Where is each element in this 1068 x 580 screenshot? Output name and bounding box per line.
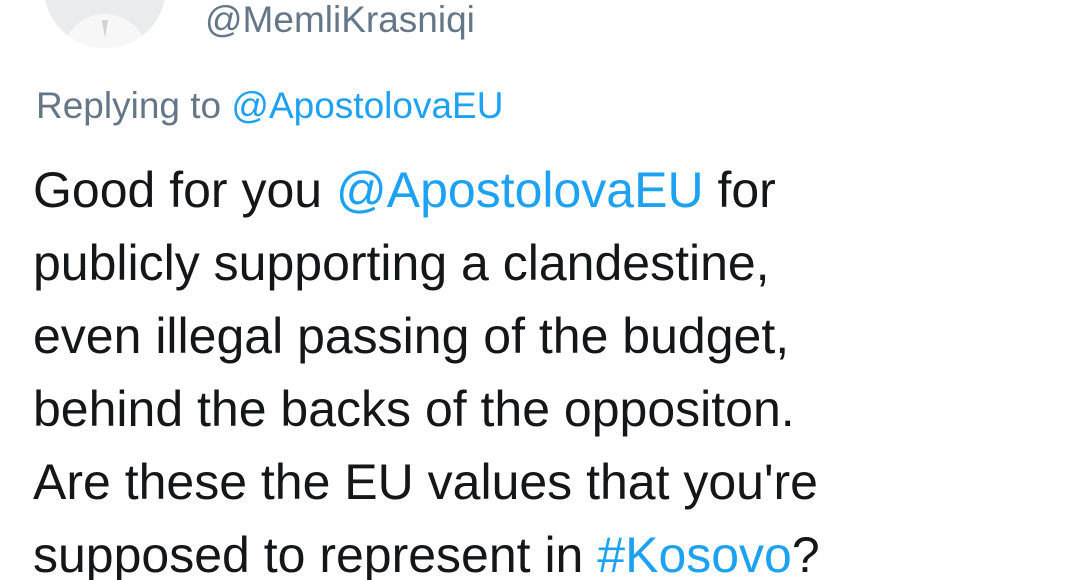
mention-link[interactable]: @ApostolovaEU: [336, 162, 704, 218]
tweet-text-segment: ?: [791, 527, 820, 580]
tweet-line-1: Good for you @ApostolovaEU for: [33, 154, 1053, 227]
tweet-line-4: behind the backs of the oppositon.: [33, 381, 795, 437]
reply-target-link[interactable]: @ApostolovaEU: [231, 85, 503, 126]
avatar[interactable]: [44, 0, 166, 48]
tweet-text-segment: for: [717, 162, 776, 218]
avatar-image: [44, 0, 166, 48]
replying-to-label: Replying to: [36, 85, 222, 126]
tweet-line-2: publicly supporting a clandestine,: [33, 235, 770, 291]
tweet-text-segment: Good for you: [33, 162, 323, 218]
tweet-line-3: even illegal passing of the budget,: [33, 308, 790, 364]
tweet-text: Good for you @ApostolovaEU for publicly …: [33, 154, 1053, 580]
author-handle[interactable]: @MemliKrasniqi: [205, 0, 475, 42]
hashtag-link[interactable]: #Kosovo: [597, 527, 792, 580]
tweet-line-5: Are these the EU values that you're: [33, 454, 818, 510]
tweet-line-6: supposed to represent in #Kosovo?: [33, 519, 1053, 580]
replying-to: Replying to @ApostolovaEU: [36, 82, 503, 130]
tweet-text-segment: supposed to represent in: [33, 527, 584, 580]
